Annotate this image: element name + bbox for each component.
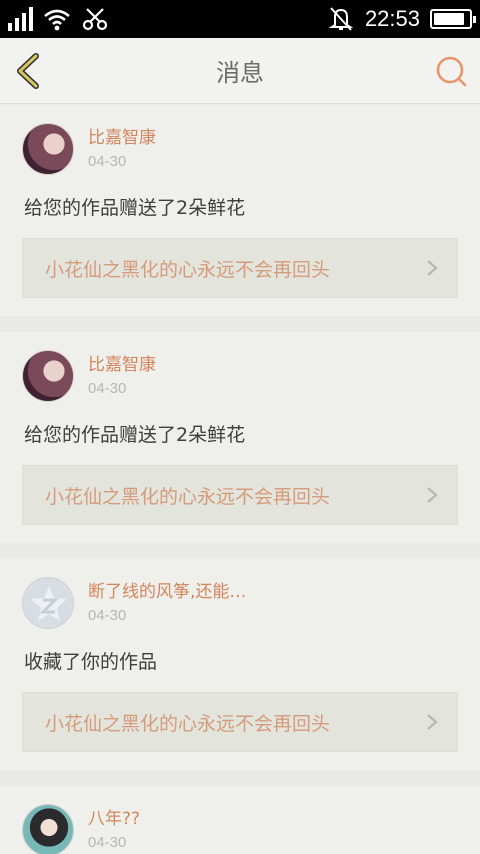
work-link[interactable]: 小花仙之黑化的心永远不会再回头: [22, 238, 458, 298]
signal-icon: [8, 7, 33, 31]
message-date: 04-30: [88, 153, 127, 170]
work-title: 小花仙之黑化的心永远不会再回头: [45, 258, 331, 281]
message-card: 八年?? 04-30: [0, 786, 480, 854]
work-link[interactable]: 小花仙之黑化的心永远不会再回头: [22, 465, 458, 525]
work-title: 小花仙之黑化的心永远不会再回头: [45, 485, 331, 508]
work-title: 小花仙之黑化的心永远不会再回头: [45, 712, 331, 735]
user-meta: 比嘉智康 04-30: [88, 123, 156, 170]
bell-off-icon: [328, 7, 354, 31]
username[interactable]: 比嘉智康: [88, 127, 156, 149]
username[interactable]: 断了线的风筝,还能…: [88, 581, 246, 603]
user-row: 比嘉智康 04-30: [22, 123, 458, 175]
scissors-icon: [82, 8, 108, 31]
avatar[interactable]: [22, 350, 74, 402]
status-left: [8, 6, 109, 32]
avatar[interactable]: [22, 123, 74, 175]
user-meta: 比嘉智康 04-30: [88, 350, 156, 397]
battery-fill: [434, 13, 464, 25]
username[interactable]: 比嘉智康: [88, 354, 156, 376]
chevron-right-icon: [427, 714, 438, 730]
avatar-default-icon[interactable]: [22, 577, 74, 629]
chevron-right-icon: [427, 487, 438, 503]
work-link[interactable]: 小花仙之黑化的心永远不会再回头: [22, 692, 458, 752]
message-text: 收藏了你的作品: [24, 651, 158, 673]
page-title: 消息: [216, 59, 264, 87]
message-list[interactable]: 比嘉智康 04-30 给您的作品赠送了2朵鲜花 小花仙之黑化的心永远不会再回头 …: [0, 105, 480, 854]
message-date: 04-30: [88, 380, 127, 397]
header: 消息: [0, 38, 480, 104]
user-row: 断了线的风筝,还能… 04-30: [22, 577, 458, 629]
clock: 22:53: [364, 6, 420, 31]
back-chevron-icon[interactable]: [12, 52, 46, 90]
message-card: 断了线的风筝,还能… 04-30 收藏了你的作品 小花仙之黑化的心永远不会再回头: [0, 559, 480, 770]
chevron-right-icon: [427, 260, 438, 276]
user-row: 比嘉智康 04-30: [22, 350, 458, 402]
message-date: 04-30: [88, 607, 127, 624]
battery-icon: [430, 9, 476, 29]
message-card: 比嘉智康 04-30 给您的作品赠送了2朵鲜花 小花仙之黑化的心永远不会再回头: [0, 105, 480, 316]
wifi-icon: [44, 9, 70, 31]
avatar[interactable]: [22, 804, 74, 854]
search-icon[interactable]: [434, 54, 468, 88]
message-text: 给您的作品赠送了2朵鲜花: [24, 424, 246, 446]
user-meta: 断了线的风筝,还能… 04-30: [88, 577, 246, 624]
username[interactable]: 八年??: [88, 808, 140, 830]
status-right: 22:53: [327, 6, 476, 32]
message-card: 比嘉智康 04-30 给您的作品赠送了2朵鲜花 小花仙之黑化的心永远不会再回头: [0, 332, 480, 543]
status-bar: 22:53: [0, 0, 480, 38]
user-meta: 八年?? 04-30: [88, 804, 140, 851]
message-text: 给您的作品赠送了2朵鲜花: [24, 197, 246, 219]
user-row: 八年?? 04-30: [22, 804, 458, 854]
message-date: 04-30: [88, 834, 127, 851]
star-z-icon: [31, 586, 67, 621]
